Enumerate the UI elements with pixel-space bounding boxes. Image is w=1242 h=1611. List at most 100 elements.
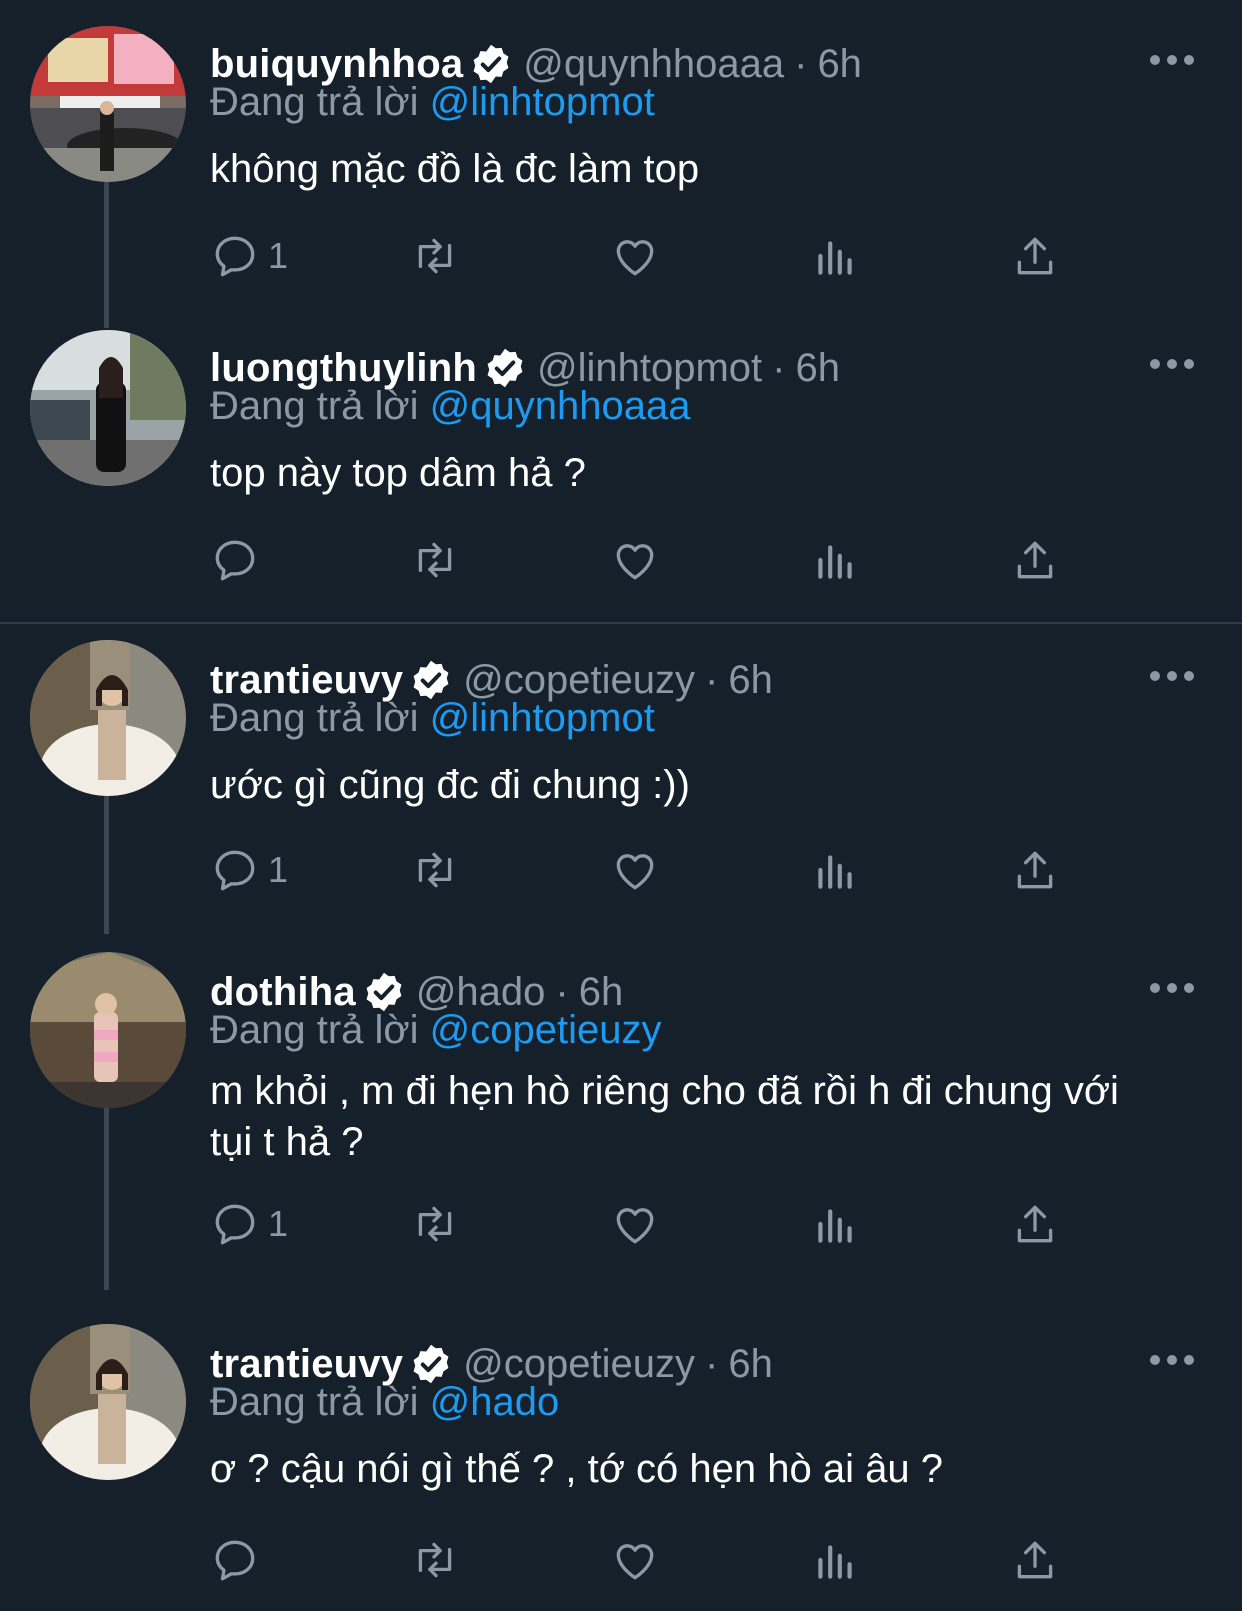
views-icon [818, 241, 852, 275]
reply-icon [215, 1204, 255, 1245]
replying-to: Đang trả lời @linhtopmot [210, 696, 655, 741]
heart-icon [616, 854, 654, 890]
share-icon [1017, 1205, 1053, 1243]
heart-icon [616, 1544, 654, 1580]
timestamp[interactable]: 6h [728, 1342, 773, 1387]
replying-to: Đang trả lời @linhtopmot [210, 80, 655, 125]
avatar-hut-photo-icon [30, 952, 186, 1108]
avatar-fur-coat-photo-icon [30, 640, 186, 796]
mention-link[interactable]: @linhtopmot [430, 80, 655, 124]
share-icon [1017, 1541, 1053, 1579]
tweet-text: m khỏi , m đi hẹn hò riêng cho đã rồi h … [210, 1069, 1119, 1164]
share-button[interactable] [1010, 1196, 1060, 1252]
heart-icon [616, 1208, 654, 1244]
avatar-fur-coat-photo-icon [30, 1324, 186, 1480]
retweet-icon [418, 1206, 452, 1242]
tweet[interactable]: buiquynhhoa @quynhhoaaa · 6h Đang trả lờ… [0, 20, 1242, 310]
views-button[interactable] [810, 228, 860, 284]
mention-link[interactable]: @hado [430, 1380, 560, 1424]
replying-to: Đang trả lời @copetieuzy [210, 1008, 662, 1053]
separator-dot: · [794, 41, 808, 86]
like-button[interactable] [610, 1532, 660, 1588]
reply-icon [215, 236, 255, 277]
tweet[interactable]: luongthuylinh @linhtopmot · 6h Đang trả … [0, 324, 1242, 614]
views-icon [818, 545, 852, 579]
reply-prefix: Đang trả lời [210, 1008, 419, 1052]
reply-prefix: Đang trả lời [210, 384, 419, 428]
timestamp[interactable]: 6h [795, 346, 840, 391]
like-button[interactable] [610, 1196, 660, 1252]
tweet-text: ước gì cũng đc đi chung :)) [210, 763, 690, 807]
more-icon[interactable] [1150, 666, 1194, 686]
share-icon [1017, 237, 1053, 275]
avatar-street-photo-icon [30, 330, 186, 486]
mention-link[interactable]: @linhtopmot [430, 696, 655, 740]
mention-link[interactable]: @quynhhoaaa [430, 384, 691, 428]
share-button[interactable] [1010, 532, 1060, 588]
avatar-street-photo-icon [30, 26, 186, 182]
more-icon[interactable] [1150, 50, 1194, 70]
heart-icon [616, 544, 654, 580]
views-icon [818, 1545, 852, 1579]
views-button[interactable] [810, 842, 860, 898]
share-button[interactable] [1010, 842, 1060, 898]
retweet-button[interactable] [410, 228, 460, 284]
views-icon [818, 1209, 852, 1243]
reply-count: 1 [268, 1203, 289, 1244]
reply-count: 1 [268, 235, 289, 276]
separator-dot: · [705, 1341, 719, 1386]
views-button[interactable] [810, 1532, 860, 1588]
reply-button[interactable]: 1 [210, 842, 288, 898]
avatar[interactable] [30, 330, 186, 486]
reply-count: 1 [268, 849, 289, 890]
tweet[interactable]: dothiha @hado · 6h Đang trả lời @copetie… [0, 948, 1242, 1288]
reply-prefix: Đang trả lời [210, 1380, 419, 1424]
retweet-icon [418, 542, 452, 578]
share-button[interactable] [1010, 1532, 1060, 1588]
tweet[interactable]: trantieuvy @copetieuzy · 6h Đang trả lời… [0, 1310, 1242, 1600]
reply-button[interactable]: 1 [210, 1196, 288, 1252]
timestamp[interactable]: 6h [728, 658, 773, 703]
action-bar [210, 532, 1090, 588]
more-icon[interactable] [1150, 354, 1194, 374]
heart-icon [616, 240, 654, 276]
avatar[interactable] [30, 640, 186, 796]
reply-button[interactable]: 1 [210, 228, 288, 284]
reply-icon [215, 1540, 255, 1581]
avatar[interactable] [30, 952, 186, 1108]
thread-divider [0, 622, 1242, 624]
avatar[interactable] [30, 26, 186, 182]
reply-button[interactable] [210, 1532, 268, 1588]
tweet[interactable]: trantieuvy @copetieuzy · 6h Đang trả lời… [0, 636, 1242, 926]
views-icon [818, 855, 852, 889]
action-bar: 1 [210, 1196, 1090, 1252]
views-button[interactable] [810, 532, 860, 588]
mention-link[interactable]: @copetieuzy [430, 1008, 662, 1052]
more-icon[interactable] [1150, 1350, 1194, 1370]
share-button[interactable] [1010, 228, 1060, 284]
like-button[interactable] [610, 228, 660, 284]
share-icon [1017, 541, 1053, 579]
views-button[interactable] [810, 1196, 860, 1252]
action-bar: 1 [210, 228, 1090, 284]
share-icon [1017, 851, 1053, 889]
reply-icon [215, 540, 255, 581]
retweet-icon [418, 1542, 452, 1578]
like-button[interactable] [610, 842, 660, 898]
reply-button[interactable] [210, 532, 268, 588]
reply-prefix: Đang trả lời [210, 696, 419, 740]
retweet-icon [418, 852, 452, 888]
tweet-text: ơ ? cậu nói gì thế ? , tớ có hẹn hò ai â… [210, 1447, 943, 1491]
more-icon[interactable] [1150, 978, 1194, 998]
retweet-button[interactable] [410, 1196, 460, 1252]
retweet-button[interactable] [410, 1532, 460, 1588]
timestamp[interactable]: 6h [817, 42, 862, 87]
action-bar: 1 [210, 842, 1090, 898]
tweet-text: top này top dâm hả ? [210, 451, 586, 495]
avatar[interactable] [30, 1324, 186, 1480]
retweet-button[interactable] [410, 842, 460, 898]
separator-dot: · [772, 345, 786, 390]
like-button[interactable] [610, 532, 660, 588]
tweet-text: không mặc đồ là đc làm top [210, 147, 700, 191]
retweet-button[interactable] [410, 532, 460, 588]
